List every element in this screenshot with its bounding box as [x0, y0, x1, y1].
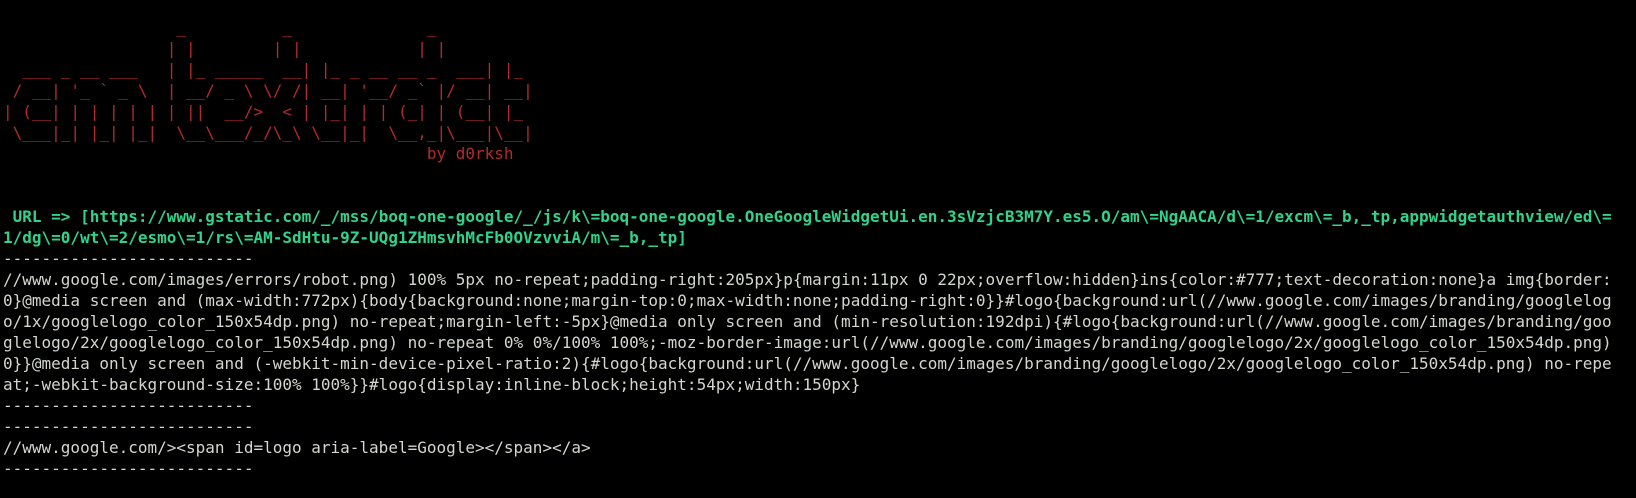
ascii-banner: _ _ _ | | | | | | ___ _ __ ___ | |_ ____…	[3, 18, 533, 142]
terminal-window[interactable]: _ _ _ | | | | | | ___ _ __ ___ | |_ ____…	[0, 0, 1636, 498]
separator: --------------------------	[3, 249, 254, 268]
separator: --------------------------	[3, 459, 254, 478]
separator: --------------------------	[3, 417, 254, 436]
banner-byline: by d0rksh	[3, 144, 514, 163]
url-line: URL => [https://www.gstatic.com/_/mss/bo…	[3, 207, 1612, 247]
output-block: //www.google.com/><span id=logo aria-lab…	[3, 438, 591, 457]
output-block: //www.google.com/images/errors/robot.png…	[3, 270, 1622, 394]
separator: --------------------------	[3, 396, 254, 415]
